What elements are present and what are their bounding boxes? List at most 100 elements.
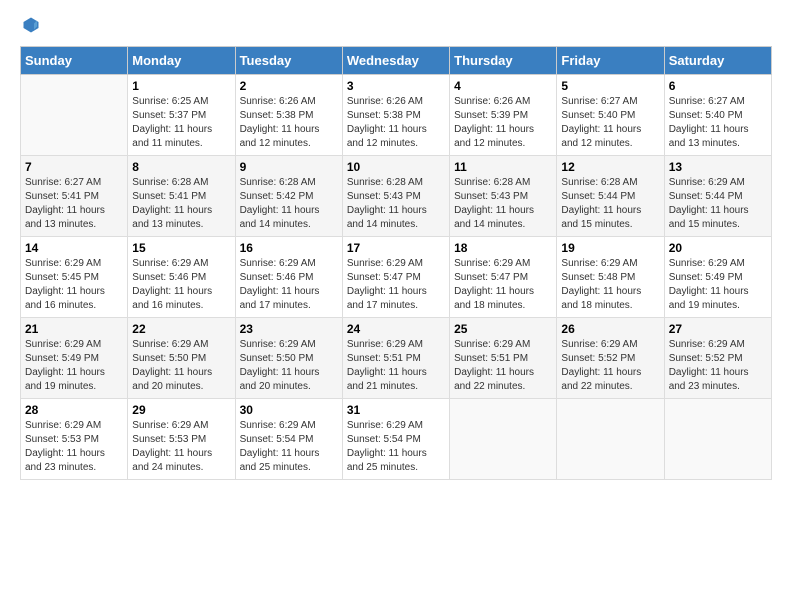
logo-icon — [22, 16, 40, 34]
calendar-cell: 28Sunrise: 6:29 AM Sunset: 5:53 PM Dayli… — [21, 399, 128, 480]
calendar-cell: 16Sunrise: 6:29 AM Sunset: 5:46 PM Dayli… — [235, 237, 342, 318]
day-info: Sunrise: 6:29 AM Sunset: 5:54 PM Dayligh… — [240, 419, 338, 475]
day-info: Sunrise: 6:28 AM Sunset: 5:44 PM Dayligh… — [561, 176, 659, 232]
day-number: 24 — [347, 322, 445, 336]
day-number: 13 — [669, 160, 767, 174]
calendar-cell: 31 Sunrise: 6:29 AM Sunset: 5:54 PM Dayli… — [342, 399, 449, 480]
page-header — [20, 16, 772, 34]
day-number: 10 — [347, 160, 445, 174]
day-info: Sunrise: 6:29 AM Sunset: 5:54 PM Dayligh… — [347, 419, 445, 475]
day-number: 22 — [132, 322, 230, 336]
calendar-table: SundayMondayTuesdayWednesdayThursdayFrid… — [20, 46, 772, 480]
day-number: 27 — [669, 322, 767, 336]
calendar-cell: 18 Sunrise: 6:29 AM Sunset: 5:47 PM Dayli… — [450, 237, 557, 318]
calendar-cell: 13 Sunrise: 6:29 AM Sunset: 5:44 PM Dayli… — [664, 156, 771, 237]
calendar-cell: 4 Sunrise: 6:26 AM Sunset: 5:39 PM Daylig… — [450, 75, 557, 156]
day-info: Sunrise: 6:29 AM Sunset: 5:53 PM Dayligh… — [132, 419, 230, 475]
day-number: 8 — [132, 160, 230, 174]
column-header-friday: Friday — [557, 47, 664, 75]
day-info: Sunrise: 6:29 AM Sunset: 5:47 PM Dayligh… — [347, 257, 445, 313]
calendar-cell: 26Sunrise: 6:29 AM Sunset: 5:52 PM Dayli… — [557, 318, 664, 399]
day-info: Sunrise: 6:28 AM Sunset: 5:43 PM Dayligh… — [347, 176, 445, 232]
calendar-cell — [557, 399, 664, 480]
calendar-cell: 23 Sunrise: 6:29 AM Sunset: 5:50 PM Dayli… — [235, 318, 342, 399]
day-info: Sunrise: 6:29 AM Sunset: 5:50 PM Dayligh… — [132, 338, 230, 394]
day-info: Sunrise: 6:27 AM Sunset: 5:41 PM Dayligh… — [25, 176, 123, 232]
calendar-cell: 9Sunrise: 6:28 AM Sunset: 5:42 PM Daylig… — [235, 156, 342, 237]
calendar-cell: 30 Sunrise: 6:29 AM Sunset: 5:54 PM Dayli… — [235, 399, 342, 480]
day-number: 6 — [669, 79, 767, 93]
day-number: 28 — [25, 403, 123, 417]
calendar-cell: 8 Sunrise: 6:28 AM Sunset: 5:41 PM Daylig… — [128, 156, 235, 237]
calendar-cell: 29 Sunrise: 6:29 AM Sunset: 5:53 PM Dayli… — [128, 399, 235, 480]
day-number: 1 — [132, 79, 230, 93]
day-number: 5 — [561, 79, 659, 93]
day-info: Sunrise: 6:28 AM Sunset: 5:43 PM Dayligh… — [454, 176, 552, 232]
calendar-week-row: 14Sunrise: 6:29 AM Sunset: 5:45 PM Dayli… — [21, 237, 772, 318]
calendar-cell: 17 Sunrise: 6:29 AM Sunset: 5:47 PM Dayli… — [342, 237, 449, 318]
day-info: Sunrise: 6:29 AM Sunset: 5:49 PM Dayligh… — [669, 257, 767, 313]
day-info: Sunrise: 6:29 AM Sunset: 5:52 PM Dayligh… — [669, 338, 767, 394]
day-number: 9 — [240, 160, 338, 174]
day-info: Sunrise: 6:29 AM Sunset: 5:47 PM Dayligh… — [454, 257, 552, 313]
column-header-thursday: Thursday — [450, 47, 557, 75]
calendar-cell — [450, 399, 557, 480]
day-number: 23 — [240, 322, 338, 336]
calendar-week-row: 1 Sunrise: 6:25 AM Sunset: 5:37 PM Daylig… — [21, 75, 772, 156]
day-info: Sunrise: 6:26 AM Sunset: 5:39 PM Dayligh… — [454, 95, 552, 151]
day-number: 7 — [25, 160, 123, 174]
day-number: 19 — [561, 241, 659, 255]
day-number: 17 — [347, 241, 445, 255]
day-number: 18 — [454, 241, 552, 255]
calendar-cell: 24 Sunrise: 6:29 AM Sunset: 5:51 PM Dayli… — [342, 318, 449, 399]
day-number: 4 — [454, 79, 552, 93]
day-number: 3 — [347, 79, 445, 93]
calendar-cell: 22 Sunrise: 6:29 AM Sunset: 5:50 PM Dayli… — [128, 318, 235, 399]
calendar-cell: 11 Sunrise: 6:28 AM Sunset: 5:43 PM Dayli… — [450, 156, 557, 237]
calendar-cell: 12 Sunrise: 6:28 AM Sunset: 5:44 PM Dayli… — [557, 156, 664, 237]
day-info: Sunrise: 6:29 AM Sunset: 5:44 PM Dayligh… — [669, 176, 767, 232]
day-number: 20 — [669, 241, 767, 255]
calendar-cell — [21, 75, 128, 156]
day-number: 26 — [561, 322, 659, 336]
calendar-cell: 27 Sunrise: 6:29 AM Sunset: 5:52 PM Dayli… — [664, 318, 771, 399]
column-header-monday: Monday — [128, 47, 235, 75]
day-info: Sunrise: 6:29 AM Sunset: 5:51 PM Dayligh… — [347, 338, 445, 394]
calendar-week-row: 21Sunrise: 6:29 AM Sunset: 5:49 PM Dayli… — [21, 318, 772, 399]
day-info: Sunrise: 6:25 AM Sunset: 5:37 PM Dayligh… — [132, 95, 230, 151]
column-header-wednesday: Wednesday — [342, 47, 449, 75]
calendar-cell: 15 Sunrise: 6:29 AM Sunset: 5:46 PM Dayli… — [128, 237, 235, 318]
calendar-cell: 21Sunrise: 6:29 AM Sunset: 5:49 PM Dayli… — [21, 318, 128, 399]
day-number: 29 — [132, 403, 230, 417]
day-number: 11 — [454, 160, 552, 174]
day-number: 21 — [25, 322, 123, 336]
calendar-week-row: 7 Sunrise: 6:27 AM Sunset: 5:41 PM Daylig… — [21, 156, 772, 237]
column-header-tuesday: Tuesday — [235, 47, 342, 75]
day-number: 31 — [347, 403, 445, 417]
logo — [20, 16, 40, 34]
calendar-cell: 20 Sunrise: 6:29 AM Sunset: 5:49 PM Dayli… — [664, 237, 771, 318]
day-number: 2 — [240, 79, 338, 93]
day-info: Sunrise: 6:28 AM Sunset: 5:41 PM Dayligh… — [132, 176, 230, 232]
day-number: 12 — [561, 160, 659, 174]
calendar-week-row: 28 Sunrise: 6:29 AM Sunset: 5:53 PM Dayli… — [21, 399, 772, 480]
day-number: 15 — [132, 241, 230, 255]
calendar-cell: 2 Sunrise: 6:26 AM Sunset: 5:38 PM Daylig… — [235, 75, 342, 156]
calendar-cell: 1 Sunrise: 6:25 AM Sunset: 5:37 PM Daylig… — [128, 75, 235, 156]
calendar-cell — [664, 399, 771, 480]
day-number: 25 — [454, 322, 552, 336]
calendar-cell: 6 Sunrise: 6:27 AM Sunset: 5:40 PM Daylig… — [664, 75, 771, 156]
day-info: Sunrise: 6:26 AM Sunset: 5:38 PM Dayligh… — [240, 95, 338, 151]
column-header-sunday: Sunday — [21, 47, 128, 75]
day-number: 30 — [240, 403, 338, 417]
day-info: Sunrise: 6:27 AM Sunset: 5:40 PM Dayligh… — [561, 95, 659, 151]
day-info: Sunrise: 6:29 AM Sunset: 5:46 PM Dayligh… — [240, 257, 338, 313]
day-info: Sunrise: 6:27 AM Sunset: 5:40 PM Dayligh… — [669, 95, 767, 151]
day-info: Sunrise: 6:29 AM Sunset: 5:45 PM Dayligh… — [25, 257, 123, 313]
calendar-cell: 10 Sunrise: 6:28 AM Sunset: 5:43 PM Dayli… — [342, 156, 449, 237]
calendar-cell: 3Sunrise: 6:26 AM Sunset: 5:38 PM Daylig… — [342, 75, 449, 156]
calendar-cell: 14Sunrise: 6:29 AM Sunset: 5:45 PM Dayli… — [21, 237, 128, 318]
day-info: Sunrise: 6:29 AM Sunset: 5:50 PM Dayligh… — [240, 338, 338, 394]
day-info: Sunrise: 6:29 AM Sunset: 5:46 PM Dayligh… — [132, 257, 230, 313]
calendar-cell: 5 Sunrise: 6:27 AM Sunset: 5:40 PM Daylig… — [557, 75, 664, 156]
